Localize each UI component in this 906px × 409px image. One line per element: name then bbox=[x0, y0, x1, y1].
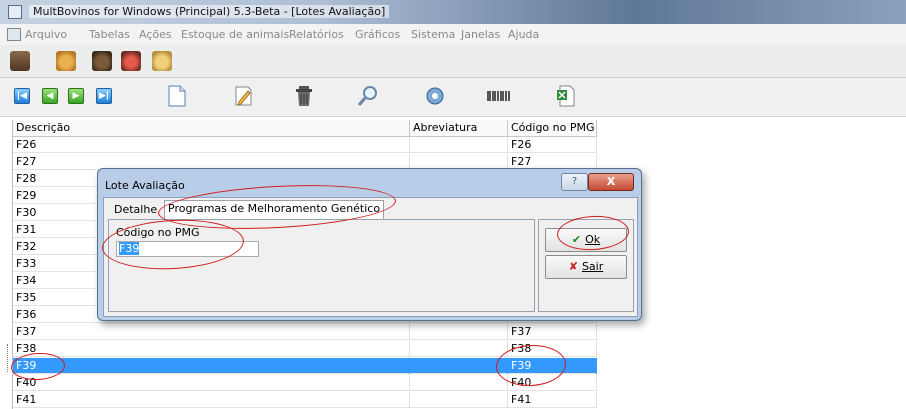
menu-ajuda[interactable]: Ajuda bbox=[508, 28, 539, 41]
menu-bar: Arquivo Tabelas Ações Estoque de animais… bbox=[0, 24, 906, 46]
next-record-icon[interactable]: ▶ bbox=[68, 88, 84, 104]
cell-abreviatura[interactable] bbox=[410, 341, 508, 357]
cell-descricao[interactable]: F39 bbox=[13, 358, 410, 374]
menu-janelas[interactable]: Janelas bbox=[461, 28, 500, 41]
table-row[interactable]: F26 F26 bbox=[13, 137, 597, 153]
excel-icon[interactable] bbox=[555, 84, 577, 108]
menu-graficos[interactable]: Gráficos bbox=[355, 28, 400, 41]
menu-estoque[interactable]: Estoque de animais bbox=[181, 28, 289, 41]
table-row[interactable]: F37 F37 bbox=[13, 324, 597, 340]
cell-codigo-pmg[interactable]: F37 bbox=[508, 324, 597, 340]
cell-codigo-pmg[interactable]: F39 bbox=[508, 358, 597, 374]
search-icon[interactable] bbox=[357, 84, 379, 108]
cell-abreviatura[interactable] bbox=[410, 375, 508, 391]
close-button[interactable]: X bbox=[588, 173, 634, 191]
dialog-title: Lote Avaliação bbox=[105, 179, 185, 192]
dialog-buttons: ✔ Ok ✘ Sair bbox=[538, 219, 634, 312]
new-document-icon[interactable] bbox=[166, 84, 188, 108]
cell-abreviatura[interactable] bbox=[410, 392, 508, 408]
quick-toolbar bbox=[0, 45, 906, 78]
cell-descricao[interactable]: F37 bbox=[13, 324, 410, 340]
record-toolbar: |◀ ◀ ▶ ▶| bbox=[0, 78, 906, 117]
window-title: MultBovinos for Windows (Principal) 5.3-… bbox=[29, 5, 390, 18]
table-row[interactable]: F41 F41 bbox=[13, 392, 597, 408]
cell-abreviatura[interactable] bbox=[410, 324, 508, 340]
cell-descricao[interactable]: F38 bbox=[13, 341, 410, 357]
menu-sistema[interactable]: Sistema bbox=[411, 28, 455, 41]
menu-tabelas[interactable]: Tabelas bbox=[89, 28, 130, 41]
trash-icon[interactable] bbox=[293, 84, 315, 108]
exit-icon[interactable] bbox=[10, 51, 30, 71]
last-record-icon[interactable]: ▶| bbox=[96, 88, 112, 104]
tab-panel: Código no PMG F39 bbox=[108, 219, 535, 312]
previous-record-icon[interactable]: ◀ bbox=[42, 88, 58, 104]
bull-dark-icon[interactable] bbox=[92, 51, 112, 71]
tab-programas-pmg[interactable]: Programas de Melhoramento Genético bbox=[164, 200, 385, 220]
cell-descricao[interactable]: F40 bbox=[13, 375, 410, 391]
cell-codigo-pmg[interactable]: F41 bbox=[508, 392, 597, 408]
settings-icon[interactable] bbox=[424, 84, 446, 108]
cell-codigo-pmg[interactable]: F40 bbox=[508, 375, 597, 391]
codigo-pmg-input[interactable]: F39 bbox=[116, 241, 259, 257]
cell-codigo-pmg[interactable]: F26 bbox=[508, 137, 597, 153]
calf-icon[interactable] bbox=[152, 51, 172, 71]
cancel-icon: ✘ bbox=[568, 260, 578, 273]
mdi-window-icon[interactable] bbox=[7, 28, 21, 41]
sair-button[interactable]: ✘ Sair bbox=[545, 255, 627, 279]
table-row[interactable]: F39 F39 bbox=[13, 358, 597, 374]
cell-descricao[interactable]: F41 bbox=[13, 392, 410, 408]
cell-descricao[interactable]: F26 bbox=[13, 137, 410, 153]
table-row[interactable]: F38 F38 bbox=[13, 341, 597, 357]
header-descricao[interactable]: Descrição bbox=[13, 120, 410, 136]
menu-arquivo[interactable]: Arquivo bbox=[25, 28, 67, 41]
app-icon bbox=[8, 5, 22, 19]
codigo-pmg-value: F39 bbox=[119, 242, 140, 255]
lote-avaliacao-dialog: Lote Avaliação ? X Detalhe Programas de … bbox=[97, 168, 642, 321]
barcode-icon[interactable] bbox=[486, 84, 512, 108]
codigo-pmg-label: Código no PMG bbox=[116, 226, 200, 239]
cell-abreviatura[interactable] bbox=[410, 358, 508, 374]
edit-icon[interactable] bbox=[233, 84, 255, 108]
sair-label: Sair bbox=[581, 260, 604, 273]
table-row[interactable]: F40 F40 bbox=[13, 375, 597, 391]
dialog-client: Detalhe Programas de Melhoramento Genéti… bbox=[103, 197, 638, 317]
title-bar: MultBovinos for Windows (Principal) 5.3-… bbox=[0, 0, 906, 24]
ok-label: Ok bbox=[585, 233, 601, 246]
row-indicator bbox=[7, 344, 11, 372]
menu-relatorios[interactable]: Relatórios bbox=[289, 28, 344, 41]
help-button[interactable]: ? bbox=[561, 173, 588, 191]
ok-button[interactable]: ✔ Ok bbox=[545, 228, 627, 252]
cow-red-icon[interactable] bbox=[121, 51, 141, 71]
header-abreviatura[interactable]: Abreviatura bbox=[410, 120, 508, 136]
bull-icon[interactable] bbox=[56, 51, 76, 71]
cell-codigo-pmg[interactable]: F38 bbox=[508, 341, 597, 357]
grid-header: Descrição Abreviatura Código no PMG bbox=[13, 120, 597, 137]
header-codigo-pmg[interactable]: Código no PMG bbox=[508, 120, 597, 136]
checkmark-icon: ✔ bbox=[571, 233, 582, 246]
first-record-icon[interactable]: |◀ bbox=[14, 88, 30, 104]
tab-detalhe[interactable]: Detalhe bbox=[111, 202, 160, 218]
cell-abreviatura[interactable] bbox=[410, 137, 508, 153]
menu-acoes[interactable]: Ações bbox=[139, 28, 172, 41]
